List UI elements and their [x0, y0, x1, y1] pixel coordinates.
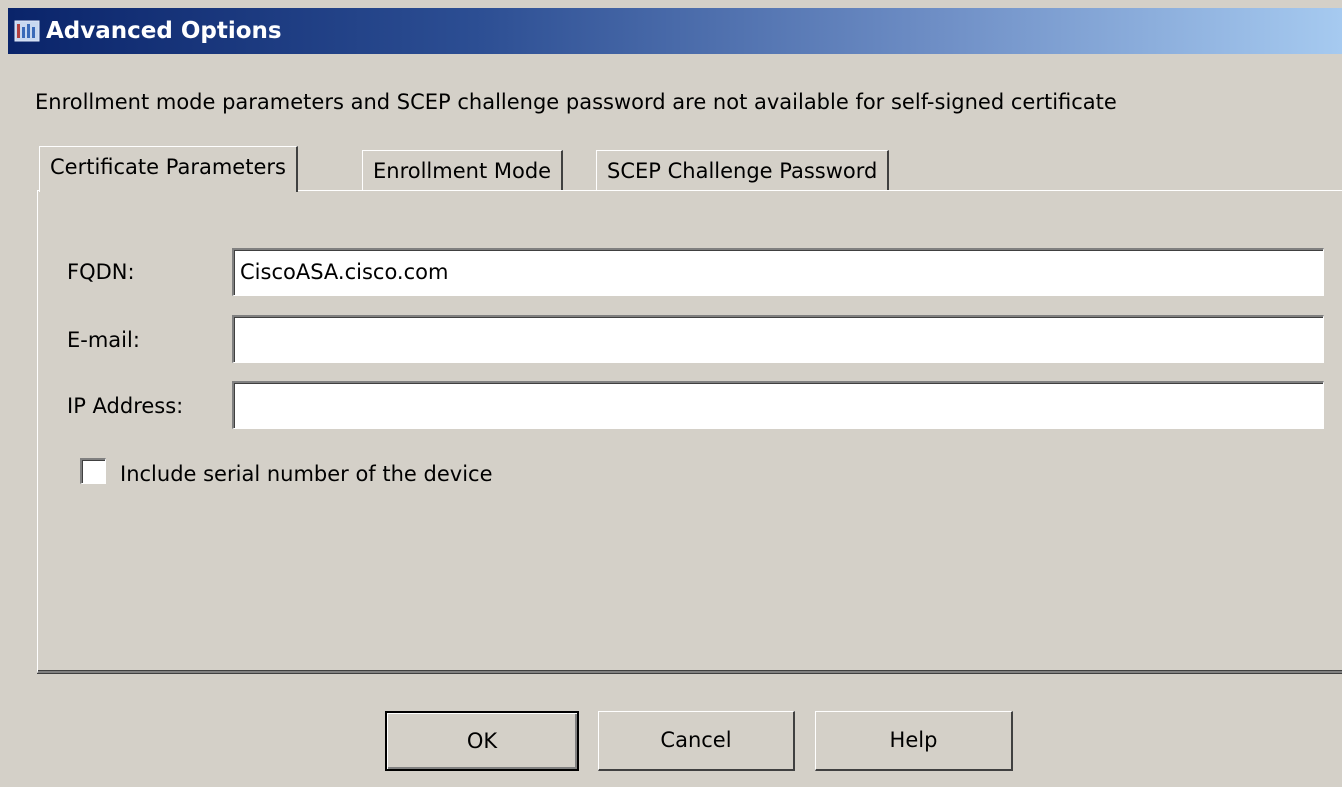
tab-label: Enrollment Mode: [373, 159, 552, 183]
title-bar: Advanced Options: [8, 8, 1342, 54]
tab-label: SCEP Challenge Password: [607, 159, 878, 183]
ip-address-label: IP Address:: [67, 394, 184, 418]
tab-label: Certificate Parameters: [50, 155, 286, 179]
email-label: E-mail:: [67, 328, 140, 352]
window-title: Advanced Options: [46, 18, 282, 44]
email-field[interactable]: [232, 315, 1324, 363]
serial-number-label: Include serial number of the device: [120, 462, 493, 486]
fqdn-field[interactable]: CiscoASA.cisco.com: [232, 248, 1324, 296]
tab-scep-challenge-password[interactable]: SCEP Challenge Password: [596, 150, 890, 190]
fqdn-label: FQDN:: [67, 260, 135, 284]
notice-text: Enrollment mode parameters and SCEP chal…: [35, 90, 1117, 114]
tab-enrollment-mode[interactable]: Enrollment Mode: [362, 150, 564, 190]
serial-number-checkbox[interactable]: [80, 458, 106, 484]
ip-address-field[interactable]: [232, 381, 1324, 429]
cancel-button[interactable]: Cancel: [598, 711, 795, 771]
tab-certificate-parameters[interactable]: Certificate Parameters: [39, 146, 298, 192]
help-button[interactable]: Help: [815, 711, 1013, 771]
cisco-app-icon: [14, 20, 40, 42]
ok-button[interactable]: OK: [385, 711, 579, 771]
